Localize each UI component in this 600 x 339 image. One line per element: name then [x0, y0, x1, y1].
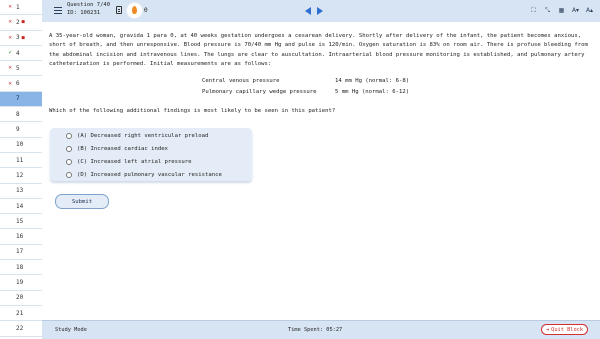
correct-icon: ✓ — [8, 49, 12, 57]
toolbar-tools: ⛶ ⤡ ▦ A▾ A▴ — [529, 6, 594, 15]
lab-value: 14 mm Hg (normal: 6-8) — [335, 78, 410, 84]
question-number: 17 — [16, 248, 24, 256]
radio-button[interactable] — [66, 172, 72, 178]
question-number: 5 — [16, 64, 20, 72]
top-toolbar: Question 7/40 ID: 100231 0 ⛶ ⤡ ▦ A▾ A▴ — [42, 0, 600, 23]
question-number: 15 — [16, 217, 24, 225]
question-number: 7 — [16, 95, 20, 103]
sidebar-question-1[interactable]: ✕ 1 — [0, 0, 42, 16]
question-id: ID: 100231 — [67, 9, 101, 16]
sidebar-question-10[interactable]: 10 — [0, 137, 42, 153]
next-question-icon[interactable] — [317, 7, 323, 15]
sidebar-question-11[interactable]: 11 — [0, 152, 42, 169]
incorrect-icon: ✕ — [8, 18, 12, 26]
answer-choice-d[interactable]: (D) Increased pulmonary vascular resista… — [66, 171, 222, 179]
collapse-icon[interactable]: ⤡ — [543, 6, 552, 15]
sidebar-question-5[interactable]: ✕ 5 — [0, 61, 42, 77]
radio-button[interactable] — [66, 159, 72, 165]
lab-name: Central venous pressure — [202, 78, 280, 84]
choice-label: (C) Increased left atrial pressure — [77, 159, 192, 165]
question-number: 4 — [16, 49, 20, 57]
question-counter: Question 7/40 — [67, 2, 111, 8]
mode-label: Study Mode — [55, 327, 87, 333]
bottom-bar: Study Mode Time Spent: 05:27 ⇥ Quit Bloc… — [42, 320, 600, 339]
incorrect-icon: ✕ — [8, 64, 12, 72]
choice-label: (B) Increased cardiac index — [77, 146, 168, 152]
sidebar-question-16[interactable]: 16 — [0, 229, 42, 245]
question-number: 1 — [16, 3, 20, 11]
answer-choice-c[interactable]: (C) Increased left atrial pressure — [66, 158, 192, 166]
sidebar-question-21[interactable]: 21 — [0, 305, 42, 322]
previous-question-icon[interactable] — [305, 7, 311, 15]
flame-icon[interactable] — [127, 3, 142, 18]
choice-label: (D) Increased pulmonary vascular resista… — [77, 172, 222, 178]
answer-choices: (A) Decreased right ventricular preload … — [50, 128, 252, 181]
question-info: Question 7/40 ID: 100231 — [67, 2, 110, 17]
font-decrease-icon[interactable]: A▾ — [571, 6, 580, 15]
sidebar-question-6[interactable]: ✕ 6 — [0, 76, 42, 92]
menu-icon[interactable] — [54, 7, 62, 16]
lab-values-table: Central venous pressure 14 mm Hg (normal… — [202, 76, 409, 98]
question-number: 8 — [16, 110, 20, 118]
lab-row: Central venous pressure 14 mm Hg (normal… — [202, 76, 409, 87]
expand-icon[interactable]: ⛶ — [529, 6, 538, 15]
sidebar-question-15[interactable]: 15 — [0, 214, 42, 230]
answer-choice-b[interactable]: (B) Increased cardiac index — [66, 145, 168, 153]
sidebar-question-18[interactable]: 18 — [0, 260, 42, 276]
submit-button[interactable]: Submit — [55, 194, 109, 209]
sidebar-question-17[interactable]: 17 — [0, 244, 42, 261]
question-sidebar: ✕ 1 ✕ 2 ■ ✕ 3 ■ ✓ 4 ✕ 5 ✕ 6 7 8 9 10 11 12 13 14 15 16 17 18 19 20 2… — [0, 0, 43, 338]
sidebar-question-3[interactable]: ✕ 3 ■ — [0, 30, 42, 46]
sidebar-question-2[interactable]: ✕ 2 ■ — [0, 15, 42, 31]
question-number: 9 — [16, 126, 20, 134]
streak-count: 0 — [144, 7, 148, 14]
flag-icon: ■ — [21, 34, 25, 41]
notes-icon[interactable] — [116, 6, 122, 14]
sidebar-question-12[interactable]: 12 — [0, 168, 42, 184]
incorrect-icon: ✕ — [8, 3, 12, 11]
question-number: 2 — [16, 18, 20, 26]
question-number: 21 — [16, 309, 24, 317]
sidebar-question-19[interactable]: 19 — [0, 275, 42, 291]
exit-icon: ⇥ — [545, 326, 550, 333]
sidebar-question-7[interactable]: 7 — [0, 91, 42, 108]
question-number: 11 — [16, 156, 24, 164]
question-number: 20 — [16, 294, 24, 302]
lab-name: Pulmonary capillary wedge pressure — [202, 89, 317, 95]
sidebar-question-13[interactable]: 13 — [0, 183, 42, 199]
radio-button[interactable] — [66, 133, 72, 139]
sidebar-question-9[interactable]: 9 — [0, 122, 42, 138]
radio-button[interactable] — [66, 146, 72, 152]
question-number: 13 — [16, 187, 24, 195]
question-number: 19 — [16, 278, 24, 286]
sidebar-question-8[interactable]: 8 — [0, 107, 42, 123]
flag-icon: ■ — [21, 19, 25, 26]
question-prompt: Which of the following additional findin… — [49, 108, 336, 114]
question-number: 10 — [16, 141, 24, 149]
quit-block-button[interactable]: ⇥ Quit Block — [541, 324, 588, 335]
sidebar-question-20[interactable]: 20 — [0, 290, 42, 306]
calculator-icon[interactable]: ▦ — [557, 6, 566, 15]
question-number: 3 — [16, 34, 20, 42]
quit-label: Quit Block — [551, 326, 584, 333]
choice-label: (A) Decreased right ventricular preload — [77, 133, 209, 139]
font-increase-icon[interactable]: A▴ — [585, 6, 594, 15]
question-panel: A 35-year-old woman, gravida 1 para 0, a… — [42, 22, 600, 320]
sidebar-question-14[interactable]: 14 — [0, 198, 42, 215]
time-spent: Time Spent: 05:27 — [288, 327, 343, 333]
question-number: 12 — [16, 171, 24, 179]
answer-choice-a[interactable]: (A) Decreased right ventricular preload — [66, 132, 208, 140]
question-number: 6 — [16, 80, 20, 88]
sidebar-question-4[interactable]: ✓ 4 — [0, 45, 42, 62]
question-number: 16 — [16, 233, 24, 241]
incorrect-icon: ✕ — [8, 79, 12, 87]
question-number: 14 — [16, 202, 24, 210]
lab-value: 5 mm Hg (normal: 6-12) — [335, 89, 410, 95]
incorrect-icon: ✕ — [8, 33, 12, 41]
sidebar-question-22[interactable]: 22 — [0, 321, 42, 337]
lab-row: Pulmonary capillary wedge pressure 5 mm … — [202, 87, 409, 98]
question-number: 22 — [16, 324, 24, 332]
question-stem: A 35-year-old woman, gravida 1 para 0, a… — [49, 33, 588, 68]
question-number: 18 — [16, 263, 24, 271]
